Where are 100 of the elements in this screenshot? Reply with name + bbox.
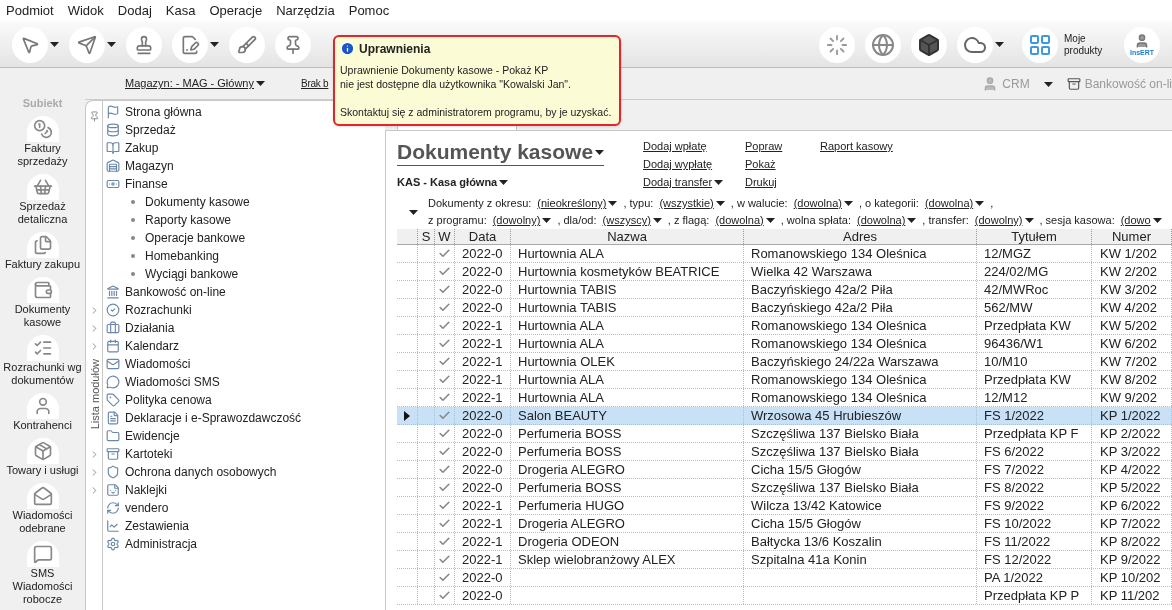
table-row[interactable]: 2022-1 Sklep wielobranżowy ALEX Szpitalna 41a Konin FS 12/2022 KP 9/2022 [397,551,1172,569]
column-header[interactable]: Tytułem [977,229,1092,244]
sidebar-item[interactable]: Wiadomości odebrane [0,480,85,538]
module-item[interactable]: Kalendarz [103,337,180,355]
view-title-dropdown[interactable]: Dokumenty kasowe [397,139,605,166]
menu-item[interactable]: Widok [67,1,104,21]
table-row[interactable]: 2022-0 Perfumeria BOSS Szczęśliwa 137 Bielsko Biała Przedpłata KP F KP 2/2022 [397,425,1172,443]
toolbar-tool-button[interactable] [172,26,208,63]
table-row[interactable]: 2022-0 Hurtownia kosmetyków BEATRICE Wielka 42 Warszawa 224/02/MG KW 2/202 [397,263,1172,281]
action-link[interactable]: Raport kasowy [820,139,920,153]
module-subitem[interactable]: Homebanking [145,247,220,265]
filter-dropdown[interactable]: (dowo [1120,212,1162,229]
column-header[interactable]: Data [455,229,511,244]
module-item[interactable]: Magazyn [103,157,174,175]
table-row[interactable]: 2022-0 Przedpłata KP P KP 11/202 [397,587,1172,605]
menu-item[interactable]: Pomoc [348,1,390,21]
menu-item[interactable]: Operacje [209,1,263,21]
module-item[interactable]: Ochrona danych osobowych [103,463,277,481]
toolbar-tool-button[interactable] [69,26,105,63]
products-button[interactable]: Moje produkty [1022,26,1114,63]
link-text[interactable]: Brak b [301,76,329,91]
table-row[interactable]: 2022-0 Drogeria ALEGRO Cicha 15/5 Głogów FS 7/2022 KP 4/2022 [397,461,1172,479]
filter-dropdown[interactable]: (wszystkie) [659,195,725,212]
module-item[interactable]: vendero [103,499,169,517]
module-item[interactable]: Finanse [103,175,168,193]
warehouse-dropdown[interactable]: Magazyn: - MAG - Główny [125,75,265,92]
filter-dropdown[interactable]: (dowolna) [715,212,775,229]
sidebar-item[interactable]: Towary i usługi [0,435,85,480]
table-row[interactable]: 2022-1 Hurtownia ALA Romanowskiego 134 Oleśnica Przedpłata KW KW 5/202 [397,317,1172,335]
filter-dropdown[interactable]: (dowolny) [974,212,1034,229]
action-link[interactable]: Pokaż [745,157,820,171]
module-item[interactable]: Ewidencje [103,427,180,445]
module-subitem[interactable]: Wyciągi bankowe [145,265,239,283]
module-item[interactable]: Strona główna [103,103,202,121]
module-item[interactable]: Wiadomości [103,355,191,373]
sidebar-item[interactable]: Faktury zakupu [0,229,85,274]
sidebar-item[interactable]: Rozrachunki wg dokumentów [0,332,85,390]
column-header[interactable]: S [418,229,435,244]
menu-item[interactable]: Kasa [165,1,196,21]
table-row[interactable]: 2022-1 Perfumeria HUGO Wilcza 13/42 Katowice FS 9/2022 KP 6/2022 [397,497,1172,515]
toolbar-tool-button[interactable] [229,26,265,63]
toolbar-tool-button[interactable] [126,26,162,63]
cube-button[interactable] [911,26,947,63]
column-header[interactable]: Adres [744,229,977,244]
table-row[interactable]: 2022-0 Hurtownia ALA Romanowskiego 134 Oleśnica 12/MGZ KW 1/202 [397,245,1172,263]
module-item[interactable]: Deklaracje i e-Sprawozdawczość [103,409,302,427]
module-list-label[interactable]: Lista modułów [87,359,104,430]
action-link[interactable]: Popraw [745,139,820,153]
module-item[interactable]: Bankowość on-line [103,283,226,301]
filter-dropdown[interactable]: (dowolna) [857,212,917,229]
table-row[interactable]: 2022-0 Perfumeria BOSS Szczęśliwa 137 Bielsko Biała FS 8/2022 KP 5/2022 [397,479,1172,497]
table-row[interactable]: 2022-0 Perfumeria BOSS Szczęśliwa 137 Bielsko Biała FS 6/2022 KP 3/2022 [397,443,1172,461]
filter-dropdown[interactable]: (nieokreślony) [537,195,618,212]
toolbar-tool-button[interactable] [275,26,311,63]
module-item[interactable]: Sprzedaż [103,121,176,139]
module-subitem[interactable]: Operacje bankowe [145,229,246,247]
table-row[interactable]: 2022-1 Hurtownia ALA Romanowskiego 134 Oleśnica 12/M12 KW 9/202 [397,389,1172,407]
progress-button[interactable] [819,26,855,63]
menu-item[interactable]: Dodaj [117,1,152,21]
menu-item[interactable]: Narzędzia [276,1,335,21]
table-row[interactable]: 2022-1 Drogeria ODEON Bałtycka 13/6 Koszalin FS 11/2022 KP 8/2022 [397,533,1172,551]
column-header[interactable]: Numer [1092,229,1172,244]
module-item[interactable]: Wiadomości SMS [103,373,220,391]
module-item[interactable]: Kartoteki [103,445,173,463]
table-row[interactable]: 2022-0 Salon BEAUTY Wrzosowa 45 Hrubieszów FS 1/2022 KP 1/2022 [397,407,1172,425]
sidebar-item[interactable]: Sprzedaż detaliczna [0,171,85,229]
filter-dropdown[interactable]: (dowolny) [492,212,552,229]
module-item[interactable]: Administracja [103,535,198,553]
sidebar-item[interactable]: Faktury sprzedaży [0,113,85,171]
action-link[interactable]: Dodaj wypłatę [643,157,745,171]
menu-item[interactable]: Podmiot [6,1,54,21]
module-item[interactable]: Zakup [103,139,159,157]
filter-dropdown[interactable]: (wszyscy) [602,212,662,229]
action-link[interactable]: Drukuj [745,175,820,189]
module-item[interactable]: Polityka cenowa [103,391,212,409]
module-item[interactable]: Działania [103,319,175,337]
sidebar-item[interactable]: SMS Wiadomości robocze [0,538,85,609]
module-item[interactable]: Zestawienia [103,517,190,535]
table-row[interactable]: 2022-0 PA 1/2022 KP 10/202 [397,569,1172,587]
filter-dropdown[interactable]: (dowolna) [793,195,853,212]
table-row[interactable]: 2022-1 Hurtownia ALA Romanowskiego 134 Oleśnica 96436/W1 KW 6/202 [397,335,1172,353]
module-subitem[interactable]: Raporty kasowe [145,211,232,229]
action-link[interactable]: Dodaj wpłatę [643,139,745,153]
table-row[interactable]: 2022-1 Hurtownia ALA Romanowskiego 134 Oleśnica Przedpłata KW KW 8/202 [397,371,1172,389]
table-row[interactable]: 2022-1 Drogeria ALEGRO Cicha 15/5 Głogów FS 10/2022 KP 7/2022 [397,515,1172,533]
register-dropdown[interactable]: KAS - Kasa główna [397,174,509,191]
globe-button[interactable] [865,26,901,63]
table-row[interactable]: 2022-0 Hurtownia TABIS Baczyńskiego 42a/2 Piła 42/MWRoc KW 3/202 [397,281,1172,299]
sidebar-item[interactable]: Dokumenty kasowe [0,274,85,332]
toolbar-tool-button[interactable] [12,26,48,63]
action-link[interactable]: Dodaj transfer [643,175,745,189]
cloud-button[interactable] [957,26,993,63]
table-row[interactable]: 2022-0 Hurtownia TABIS Baczyńskiego 42a/2 Piła 562/MW KW 4/202 [397,299,1172,317]
column-header[interactable]: W [435,229,455,244]
column-header[interactable]: Nazwa [511,229,744,244]
table-row[interactable]: 2022-1 Hurtownia OLEK Baczyńskiego 24/22a Warszawa 10/M10 KW 7/202 [397,353,1172,371]
module-item[interactable]: Naklejki [103,481,167,499]
sidebar-item[interactable]: Kontrahenci [0,390,85,435]
module-subitem[interactable]: Dokumenty kasowe [145,193,250,211]
module-item[interactable]: Rozrachunki [103,301,192,319]
